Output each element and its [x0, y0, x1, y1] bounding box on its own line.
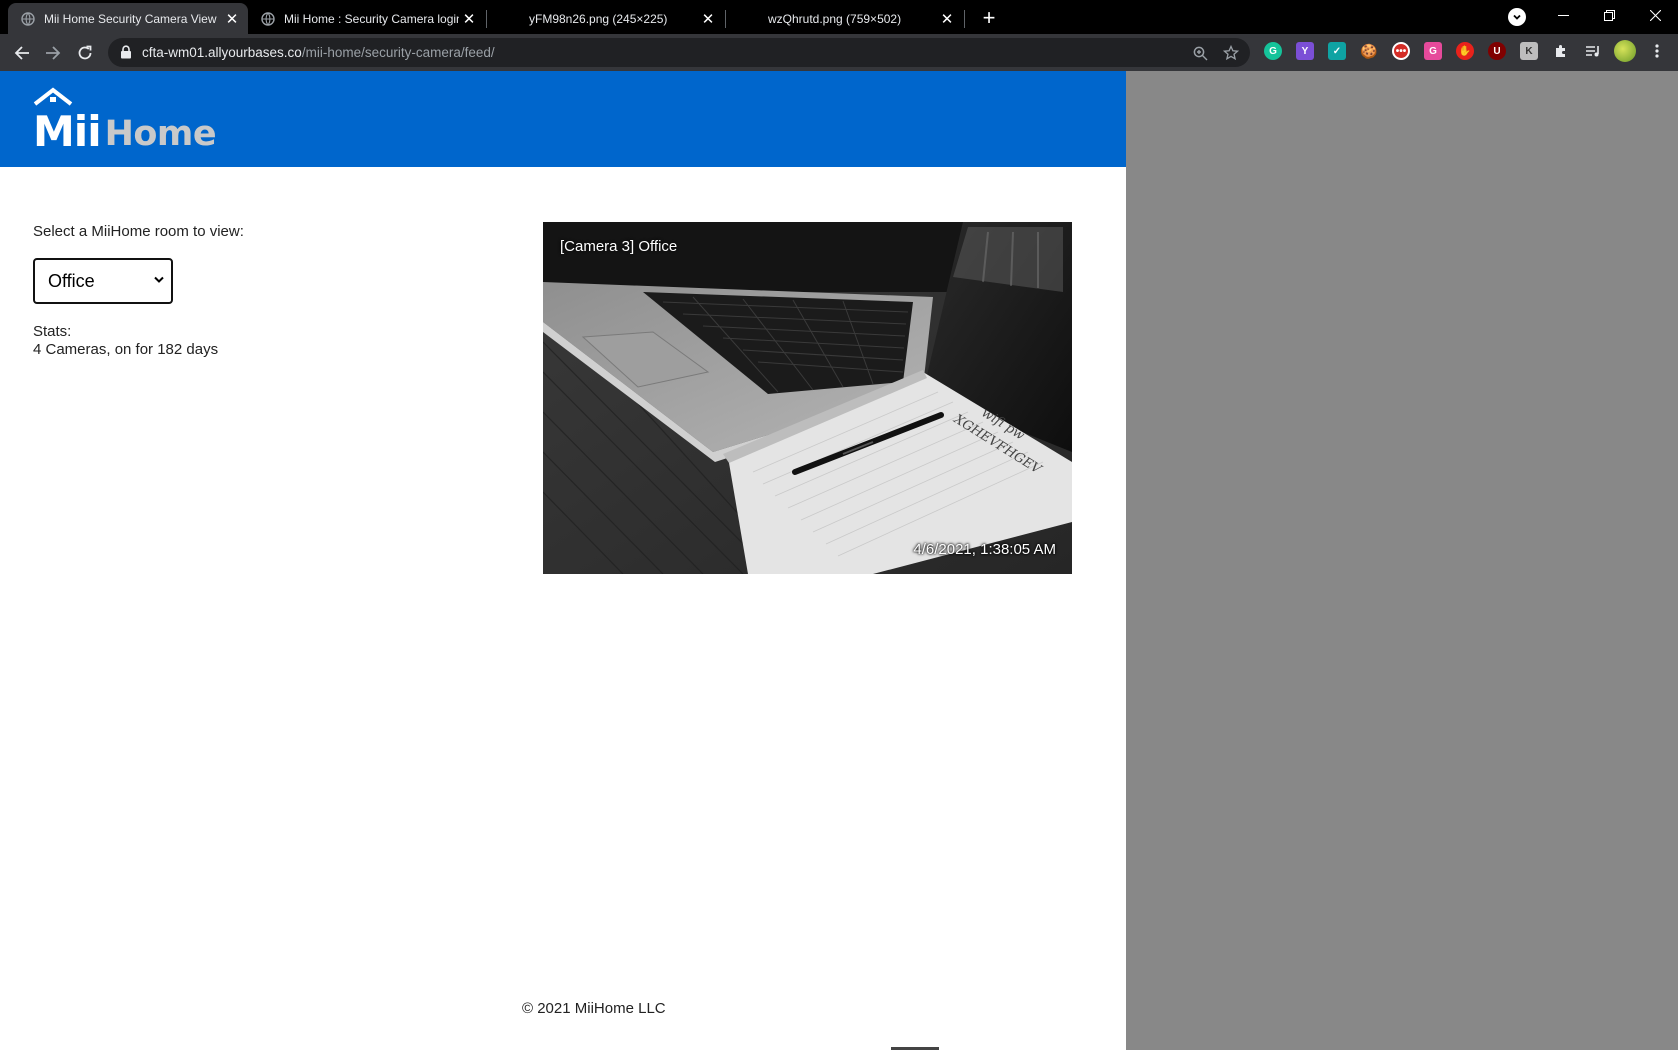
forward-button[interactable] [40, 40, 66, 66]
camera-label: [Camera 3] Office [560, 238, 678, 255]
tab-security-camera-login[interactable]: Mii Home : Security Camera login ✕ [248, 3, 485, 34]
close-icon[interactable]: ✕ [937, 9, 957, 29]
logo-home: Home [104, 114, 217, 154]
tab-image-yfm98n26[interactable]: yFM98n26.png (245×225) ✕ [487, 3, 724, 34]
bookmark-star-icon[interactable] [1222, 44, 1240, 62]
url-host: cfta-wm01.allyourbases.co [142, 45, 302, 60]
room-select[interactable]: Office [33, 258, 173, 304]
restore-button[interactable] [1586, 0, 1632, 30]
tab-separator [964, 10, 965, 28]
tab-search-button[interactable] [1508, 8, 1526, 26]
close-window-button[interactable] [1632, 0, 1678, 30]
chevron-down-icon [1513, 14, 1521, 20]
g-extension-icon[interactable]: G [1424, 42, 1442, 60]
globe-icon [20, 11, 36, 27]
arrow-left-icon [14, 46, 29, 60]
arrow-right-icon [46, 46, 61, 60]
globe-icon [260, 11, 276, 27]
site-header: Mii Home [0, 71, 1126, 167]
ublock-extension-icon[interactable]: U [1488, 42, 1506, 60]
yoroi-extension-icon[interactable]: Y [1296, 42, 1314, 60]
kanji-extension-icon[interactable]: K [1520, 42, 1538, 60]
avatar[interactable] [1614, 40, 1636, 62]
camera-feed-image: wifi pw XGHEVFHGEV [543, 222, 1072, 574]
stats-value: 4 Cameras, on for 182 days [33, 341, 219, 358]
new-tab-button[interactable]: + [977, 6, 1001, 30]
url-text: cfta-wm01.allyourbases.co/mii-home/secur… [142, 45, 495, 60]
room-select-label: Select a MiiHome room to view: [33, 223, 244, 240]
zoom-icon[interactable] [1191, 44, 1209, 62]
close-icon[interactable]: ✕ [222, 9, 242, 29]
tab-title: Mii Home Security Camera View [44, 11, 217, 26]
restore-icon [1603, 9, 1615, 21]
camera-timestamp: 4/6/2021, 1:38:05 AM [913, 541, 1056, 558]
back-button[interactable] [9, 40, 35, 66]
page-content: Mii Home Select a MiiHome room to view: … [0, 71, 1126, 1050]
cookie-extension-icon[interactable]: 🍪 [1360, 42, 1378, 60]
minimize-button[interactable] [1540, 0, 1586, 30]
close-icon[interactable]: ✕ [459, 9, 479, 29]
house-roof-icon [33, 87, 73, 106]
logo-mii: Mii [33, 107, 102, 156]
tab-security-camera-view[interactable]: Mii Home Security Camera View ✕ [8, 3, 248, 34]
minimize-icon [1557, 14, 1569, 16]
clickup-extension-icon[interactable]: ✓ [1328, 42, 1346, 60]
adblock-extension-icon[interactable]: ✋ [1456, 42, 1474, 60]
camera-feed: wifi pw XGHEVFHGEV [Camera 3] Office 4/6… [543, 222, 1072, 574]
reload-button[interactable] [72, 40, 98, 66]
tab-title: Mii Home : Security Camera login [284, 11, 459, 26]
miihome-logo[interactable]: Mii Home [33, 87, 217, 156]
tab-title: yFM98n26.png (245×225) [529, 11, 668, 26]
tab-image-wzqhrutd[interactable]: wzQhrutd.png (759×502) ✕ [726, 3, 963, 34]
grammarly-extension-icon[interactable]: G [1264, 42, 1282, 60]
close-icon[interactable]: ✕ [698, 9, 718, 29]
address-bar[interactable]: cfta-wm01.allyourbases.co/mii-home/secur… [108, 38, 1250, 67]
media-control-icon[interactable] [1584, 42, 1602, 60]
url-path: /mii-home/security-camera/feed/ [301, 45, 495, 60]
puzzle-icon[interactable] [1552, 42, 1570, 60]
stats-label: Stats: [33, 323, 72, 340]
footer-copyright: © 2021 MiiHome LLC [522, 1000, 666, 1017]
tab-title: wzQhrutd.png (759×502) [768, 11, 902, 26]
close-icon [1649, 9, 1661, 21]
reload-icon [78, 45, 92, 60]
lock-icon[interactable] [120, 45, 132, 64]
browser-tab-strip: Mii Home Security Camera View ✕ Mii Home… [0, 0, 1678, 34]
lastpass-extension-icon[interactable]: ••• [1392, 42, 1410, 60]
menu-kebab-icon[interactable] [1648, 42, 1666, 60]
